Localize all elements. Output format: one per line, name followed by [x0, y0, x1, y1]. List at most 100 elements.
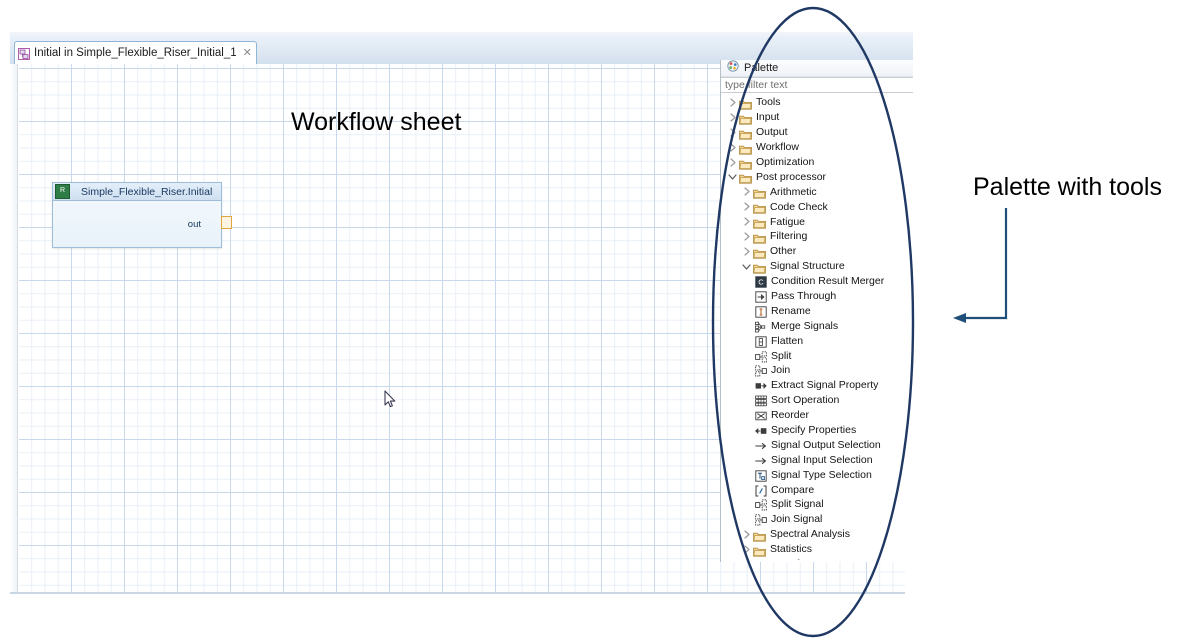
chevron-right-icon[interactable] [741, 231, 752, 242]
chevron-right-icon[interactable] [727, 127, 738, 138]
flatten-icon [755, 335, 767, 347]
palette-item-label: Signal Structure [770, 260, 845, 272]
node-out-port[interactable] [221, 216, 232, 229]
folder-icon [753, 529, 766, 540]
pass-through-icon [755, 290, 767, 302]
palette-item-label: Pass Through [771, 290, 836, 302]
split-signal-icon [755, 498, 767, 510]
palette-tree-item[interactable]: Compare [721, 482, 913, 497]
diagram-tab-icon [18, 47, 30, 59]
palette-filter-input[interactable]: type filter text [721, 77, 913, 93]
palette-item-label: Compare [771, 484, 814, 496]
chevron-down-icon[interactable] [727, 171, 738, 182]
palette-tree-item[interactable]: Pass Through [721, 289, 913, 304]
palette-tree-folder[interactable]: Fatigue [721, 214, 913, 229]
palette-tree-folder[interactable]: Filtering [721, 229, 913, 244]
palette-panel: Palette type filter text Tools Input Outpu… [720, 60, 913, 562]
palette-tree-folder[interactable]: Arithmetic [721, 184, 913, 199]
chevron-down-icon[interactable] [741, 261, 752, 272]
chevron-right-icon[interactable] [741, 216, 752, 227]
svg-text:C: C [758, 278, 764, 287]
palette-item-label: Condition Result Merger [771, 275, 884, 287]
palette-item-label: Extract Signal Property [771, 379, 878, 391]
palette-tree-folder[interactable]: Signal Structure [721, 259, 913, 274]
node-header: R Simple_Flexible_Riser.Initial [53, 183, 221, 201]
palette-tree-item[interactable]: Rename [721, 303, 913, 318]
palette-tree-item[interactable]: Signal Output Selection [721, 437, 913, 452]
chevron-right-icon[interactable] [741, 201, 752, 212]
workflow-node-simple-flexible-riser-initial[interactable]: R Simple_Flexible_Riser.Initial out [52, 182, 222, 248]
palette-item-label: Split [771, 350, 791, 362]
chevron-right-icon[interactable] [741, 544, 752, 555]
palette-tree-item[interactable]: Split Signal [721, 497, 913, 512]
palette-tree-folder[interactable]: Spectral Analysis [721, 527, 913, 542]
palette-tree-folder[interactable]: Workflow [721, 140, 913, 155]
folder-icon [753, 559, 766, 560]
palette-tree-item[interactable]: Join [721, 363, 913, 378]
palette-tree-item[interactable]: Reorder [721, 408, 913, 423]
annotation-workflow-label: Workflow sheet [291, 108, 461, 137]
palette-tree-folder[interactable]: Input [721, 110, 913, 125]
folder-icon [739, 97, 752, 108]
palette-tree-item[interactable]: Extract Signal Property [721, 378, 913, 393]
palette-tree-folder[interactable]: Transform [721, 557, 913, 560]
chevron-right-icon[interactable] [727, 97, 738, 108]
palette-item-label: Sort Operation [771, 394, 839, 406]
chevron-right-icon[interactable] [727, 112, 738, 123]
mouse-pointer-icon [384, 390, 398, 410]
palette-tree-item[interactable]: C Condition Result Merger [721, 274, 913, 289]
split-icon [755, 350, 767, 362]
chevron-right-icon[interactable] [741, 559, 752, 560]
close-icon[interactable]: ✕ [243, 48, 252, 59]
palette-tree-item[interactable]: Sort Operation [721, 393, 913, 408]
palette-tree-item[interactable]: Signal Type Selection [721, 467, 913, 482]
window-top-strip [10, 32, 913, 40]
compare-icon [755, 484, 767, 496]
palette-item-label: Transform [770, 558, 817, 560]
rename-icon [755, 305, 767, 317]
palette-tree-folder[interactable]: Output [721, 125, 913, 140]
palette-item-label: Signal Output Selection [771, 439, 881, 451]
palette-tree[interactable]: Tools Input OutputWorkflowOptimization Post… [721, 95, 913, 560]
palette-item-label: Post processor [756, 171, 826, 183]
palette-item-label: Fatigue [770, 216, 805, 228]
palette-tree-item[interactable]: Flatten [721, 333, 913, 348]
folder-icon [753, 246, 766, 257]
application-window: Initial in Simple_Flexible_Riser_Initial… [10, 32, 913, 594]
reorder-icon [755, 409, 767, 421]
palette-icon [727, 59, 739, 77]
palette-tree-item[interactable]: Join Signal [721, 512, 913, 527]
palette-tree-folder[interactable]: Statistics [721, 542, 913, 557]
folder-icon [753, 201, 766, 212]
palette-item-label: Spectral Analysis [770, 528, 850, 540]
palette-tree-item[interactable]: Specify Properties [721, 423, 913, 438]
signal-type-selection-icon [755, 469, 767, 481]
chevron-right-icon[interactable] [741, 246, 752, 257]
palette-item-label: Tools [756, 96, 781, 108]
folder-icon [753, 216, 766, 227]
signal-input-selection-icon [755, 454, 767, 466]
palette-tree-item[interactable]: Split [721, 348, 913, 363]
palette-tree-folder[interactable]: Code Check [721, 199, 913, 214]
chevron-right-icon[interactable] [741, 529, 752, 540]
folder-icon [753, 231, 766, 242]
specify-properties-icon [755, 424, 767, 436]
folder-icon [739, 127, 752, 138]
node-type-badge: R [55, 184, 70, 199]
editor-tab-initial[interactable]: Initial in Simple_Flexible_Riser_Initial… [14, 41, 257, 64]
palette-item-label: Optimization [756, 156, 814, 168]
folder-icon [739, 157, 752, 168]
chevron-right-icon[interactable] [727, 157, 738, 168]
chevron-right-icon[interactable] [727, 142, 738, 153]
extract-signal-property-icon [755, 379, 767, 391]
chevron-right-icon[interactable] [741, 186, 752, 197]
palette-tree-item[interactable]: Merge Signals [721, 318, 913, 333]
palette-tree-folder[interactable]: Tools [721, 95, 913, 110]
palette-tree-folder[interactable]: Other [721, 244, 913, 259]
palette-tree-item[interactable]: Signal Input Selection [721, 452, 913, 467]
palette-item-label: Join Signal [771, 513, 822, 525]
palette-tree-folder[interactable]: Post processor [721, 169, 913, 184]
palette-tree-folder[interactable]: Optimization [721, 155, 913, 170]
palette-title-label: Palette [744, 62, 778, 74]
palette-item-label: Input [756, 111, 779, 123]
